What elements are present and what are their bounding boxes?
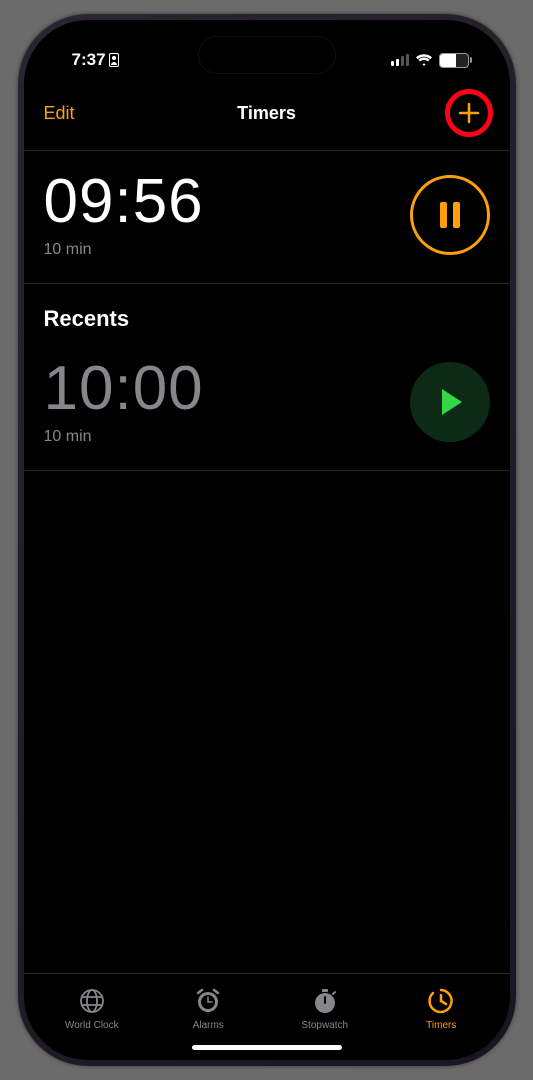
tab-stopwatch[interactable]: Stopwatch	[267, 986, 384, 1031]
active-timer-time: 09:56	[44, 171, 204, 233]
recent-timer-info: 10:00 10 min	[44, 358, 204, 446]
timer-icon	[426, 986, 456, 1016]
tab-timers-label: Timers	[426, 1020, 456, 1031]
tab-world-clock-label: World Clock	[65, 1020, 119, 1031]
active-timer-label: 10 min	[44, 241, 204, 259]
tab-alarms[interactable]: Alarms	[150, 986, 267, 1031]
tab-timers[interactable]: Timers	[383, 986, 500, 1031]
add-timer-button[interactable]	[448, 92, 490, 134]
battery-percent: 58	[440, 55, 468, 66]
recent-timer-label: 10 min	[44, 428, 204, 446]
status-right: 58	[391, 53, 472, 68]
wifi-icon	[415, 53, 433, 67]
orientation-lock-icon	[109, 53, 119, 67]
battery-indicator: 58	[439, 53, 472, 68]
play-button[interactable]	[410, 362, 490, 442]
device-frame: 7:37 58	[18, 14, 516, 1066]
active-timer-row[interactable]: 09:56 10 min	[24, 151, 510, 284]
home-indicator[interactable]	[192, 1045, 342, 1050]
recents-header: Recents	[24, 284, 510, 338]
status-time: 7:37	[72, 50, 119, 70]
active-timer-info: 09:56 10 min	[44, 171, 204, 259]
tab-stopwatch-label: Stopwatch	[301, 1020, 348, 1031]
globe-icon	[77, 986, 107, 1016]
tab-alarms-label: Alarms	[193, 1020, 224, 1031]
content-area: 09:56 10 min Recents 10:00 10 min	[24, 151, 510, 973]
stopwatch-icon	[310, 986, 340, 1016]
edit-button[interactable]: Edit	[44, 103, 75, 124]
screen: 7:37 58	[24, 20, 510, 1060]
tab-world-clock[interactable]: World Clock	[34, 986, 151, 1031]
pause-icon	[440, 202, 460, 228]
play-icon	[442, 389, 462, 415]
page-title: Timers	[237, 103, 296, 124]
tab-bar: World Clock Alarms	[24, 973, 510, 1035]
alarm-icon	[193, 986, 223, 1016]
recent-timer-time: 10:00	[44, 358, 204, 420]
dynamic-island	[198, 36, 336, 74]
time-text: 7:37	[72, 50, 106, 70]
pause-button[interactable]	[410, 175, 490, 255]
annotation-highlight	[445, 89, 493, 137]
cellular-signal-icon	[391, 54, 409, 66]
recent-timer-row[interactable]: 10:00 10 min	[24, 338, 510, 471]
nav-bar: Edit Timers	[24, 80, 510, 151]
